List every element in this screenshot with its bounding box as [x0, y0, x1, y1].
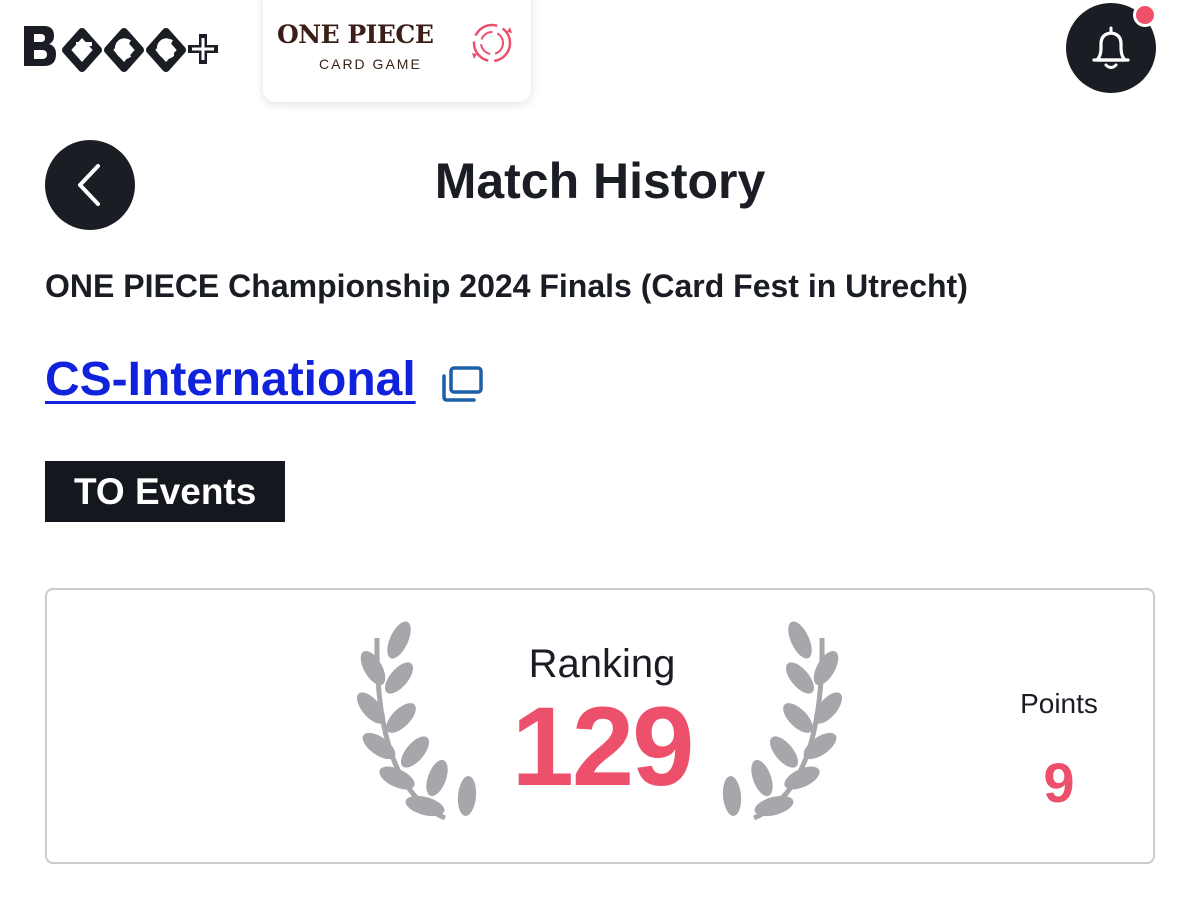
external-window-icon[interactable] [440, 365, 484, 403]
store-link[interactable]: CS-International [45, 352, 416, 407]
ranking-card: Ranking 129 Points 9 [45, 588, 1155, 864]
refresh-cycle-icon [472, 23, 512, 63]
store-row: CS-International [45, 352, 484, 407]
match-history-page: ONE PIECE CARD GAME Match History ONE PI… [0, 0, 1200, 900]
to-events-badge: TO Events [45, 461, 286, 522]
points-label: Points [1020, 688, 1098, 719]
event-name: ONE PIECE Championship 2024 Finals (Card… [45, 268, 968, 304]
game-logo-subtitle: CARD GAME [319, 56, 422, 72]
game-selector-tab[interactable]: ONE PIECE CARD GAME [263, 0, 531, 102]
ranking-label: Ranking [528, 642, 676, 686]
bandai-tcg-plus-logo[interactable] [20, 18, 220, 78]
bell-icon [1092, 26, 1130, 69]
game-logo-title: ONE PIECE [277, 20, 434, 49]
ranking-value: 129 [511, 684, 695, 809]
notification-badge [1133, 3, 1157, 27]
points-value: 9 [1043, 751, 1075, 814]
page-title: Match History [434, 153, 766, 209]
